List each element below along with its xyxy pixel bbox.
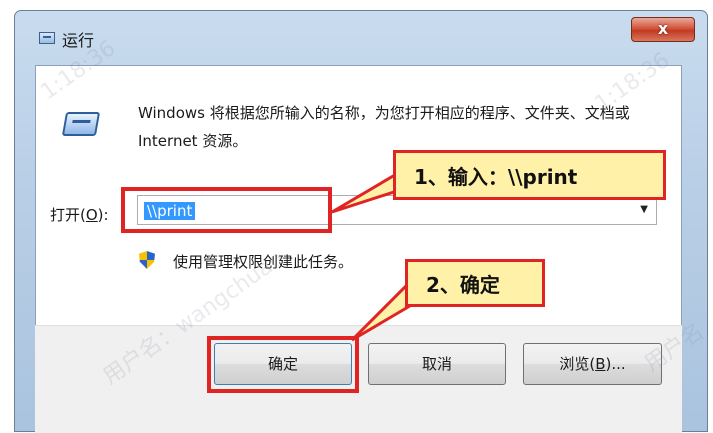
step-1-callout: 1、输入：\\print xyxy=(393,150,666,200)
step-2-callout: 2、确定 xyxy=(405,259,545,307)
run-app-icon xyxy=(39,32,55,44)
dropdown-arrow-icon[interactable]: ▼ xyxy=(640,204,648,215)
ok-highlight-box xyxy=(207,336,359,393)
run-program-icon xyxy=(61,112,101,136)
close-button[interactable]: x xyxy=(631,17,695,42)
cancel-button[interactable]: 取消 xyxy=(368,343,506,385)
input-highlight-box xyxy=(121,187,332,233)
open-label: 打开(O): xyxy=(50,206,109,224)
dialog-description: Windows 将根据您所输入的名称，为您打开相应的程序、文件夹、文档或 Int… xyxy=(138,104,630,150)
